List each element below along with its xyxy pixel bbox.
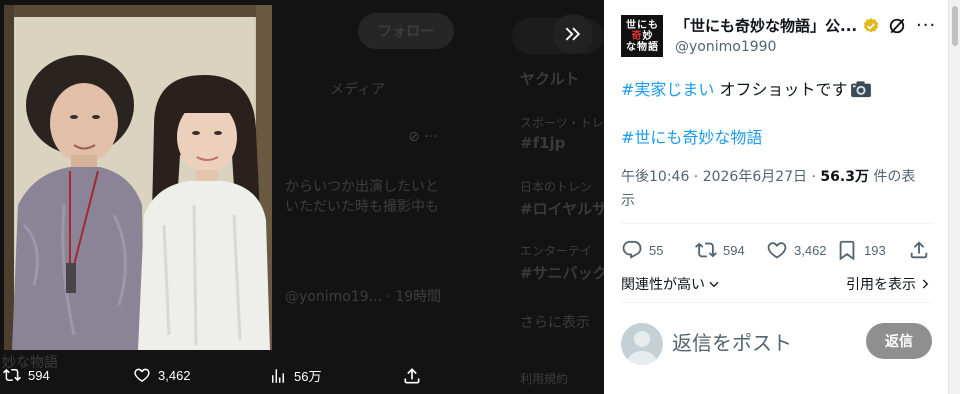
post-more-icon[interactable]: ⊘ ···	[408, 129, 438, 145]
media-retweet-count: 594	[28, 367, 50, 383]
avatar-char: 奇	[631, 30, 642, 42]
retweet-icon	[3, 368, 21, 382]
post-timestamp[interactable]: 午後10:46 · 2026年6月27日 ·	[621, 169, 820, 185]
follow-button[interactable]: フォロー	[358, 13, 454, 49]
trend-1-category: スポーツ・トレ	[520, 116, 604, 130]
media-share-button[interactable]	[402, 366, 422, 386]
trend-2-category: 日本のトレン	[520, 180, 593, 194]
trend-2-tag[interactable]: #ロイヤルサ	[520, 198, 604, 219]
avatar-char: 物	[637, 41, 647, 53]
post-photo[interactable]	[4, 5, 272, 350]
retweet-button[interactable]: 594	[695, 239, 745, 261]
post-text-line-2: #世にも奇妙な物語	[621, 124, 762, 148]
author-handle[interactable]: @yonimo1990	[675, 39, 776, 55]
bg-post-text-2: いただいた時も撮影中も	[285, 199, 439, 215]
trend-heading: ヤクルト	[520, 70, 580, 88]
trend-3-tag[interactable]: #サニバック	[520, 262, 604, 283]
retweet-count: 594	[723, 242, 745, 258]
camera-icon	[850, 81, 871, 98]
avatar-char: 妙	[642, 30, 653, 42]
media-views-button[interactable]: 56万	[268, 366, 321, 385]
divider	[621, 223, 933, 224]
avatar-char: な	[626, 41, 636, 53]
scrollbar[interactable]	[948, 0, 960, 394]
reply-button[interactable]: 55	[621, 239, 663, 261]
media-retweet-button[interactable]: 594	[2, 366, 50, 384]
trend-1-tag[interactable]: #f1jp	[520, 134, 565, 152]
retweet-icon	[695, 242, 717, 258]
post-text-line-1: #実家じまい オフショットです	[621, 76, 872, 100]
show-more-link[interactable]: さらに表示	[520, 312, 590, 332]
hashtag-yonimo[interactable]: #世にも奇妙な物語	[621, 128, 762, 147]
divider	[621, 302, 933, 303]
scrollbar-thumb[interactable]	[952, 6, 958, 46]
default-avatar-icon	[627, 331, 657, 365]
post-detail-panel: 世にも 奇妙 な物語 「世にも奇妙な物語」公... @yonimo1990 ··…	[604, 0, 948, 394]
grok-icon[interactable]	[887, 16, 907, 36]
bookmark-icon	[839, 240, 855, 261]
verified-badge-icon	[863, 18, 879, 33]
reply-input[interactable]	[672, 328, 862, 358]
collapse-panel-button[interactable]	[553, 14, 593, 54]
views-icon	[272, 368, 284, 383]
user-avatar[interactable]	[621, 323, 663, 365]
bg-post-text-1: からいつか出演したいと	[285, 179, 439, 195]
sort-label: 関連性が高い	[621, 277, 705, 293]
like-button[interactable]: 3,462	[766, 239, 827, 261]
heart-icon	[767, 242, 787, 259]
bg-post-meta: @yonimo19... · 19時間	[285, 289, 442, 305]
bookmark-button[interactable]: 193	[836, 239, 886, 261]
chevron-down-icon	[709, 281, 719, 288]
footer-terms[interactable]: 利用規約	[520, 370, 568, 387]
reply-count: 55	[649, 242, 664, 258]
post-text: オフショットです	[714, 80, 848, 99]
avatar-char: に	[637, 19, 647, 31]
post-meta: 午後10:46 · 2026年6月27日 · 56.3万 件の表示	[621, 165, 921, 213]
trend-3-category: エンターテイ	[520, 244, 593, 258]
photo-image	[4, 5, 272, 350]
view-quotes-link[interactable]: 引用を表示	[846, 274, 932, 294]
media-like-count: 3,462	[158, 367, 191, 383]
share-button[interactable]	[908, 239, 930, 261]
heart-icon	[134, 368, 150, 382]
avatar-char: 語	[648, 41, 658, 53]
double-chevron-right-icon	[565, 27, 581, 41]
bookmark-count: 193	[864, 242, 886, 258]
media-tab[interactable]: メディア	[330, 79, 385, 99]
avatar-char: も	[648, 19, 658, 31]
author-avatar[interactable]: 世にも 奇妙 な物語	[621, 15, 663, 57]
quotes-label: 引用を表示	[846, 277, 916, 293]
author-display-name[interactable]: 「世にも奇妙な物語」公...	[675, 15, 857, 36]
avatar-char: 世	[626, 19, 636, 31]
reply-icon	[622, 240, 642, 259]
share-icon	[404, 368, 420, 384]
media-like-button[interactable]: 3,462	[132, 366, 191, 384]
hashtag-jikka-jimai[interactable]: #実家じまい	[621, 80, 714, 99]
chevron-right-icon	[922, 279, 929, 289]
like-count: 3,462	[794, 242, 827, 258]
share-icon	[910, 241, 928, 259]
sort-dropdown[interactable]: 関連性が高い	[621, 274, 721, 294]
more-options-icon[interactable]: ···	[916, 15, 936, 36]
media-views-count: 56万	[294, 369, 322, 384]
views-count: 56.3万	[820, 169, 869, 185]
reply-submit-button[interactable]: 返信	[866, 323, 932, 359]
